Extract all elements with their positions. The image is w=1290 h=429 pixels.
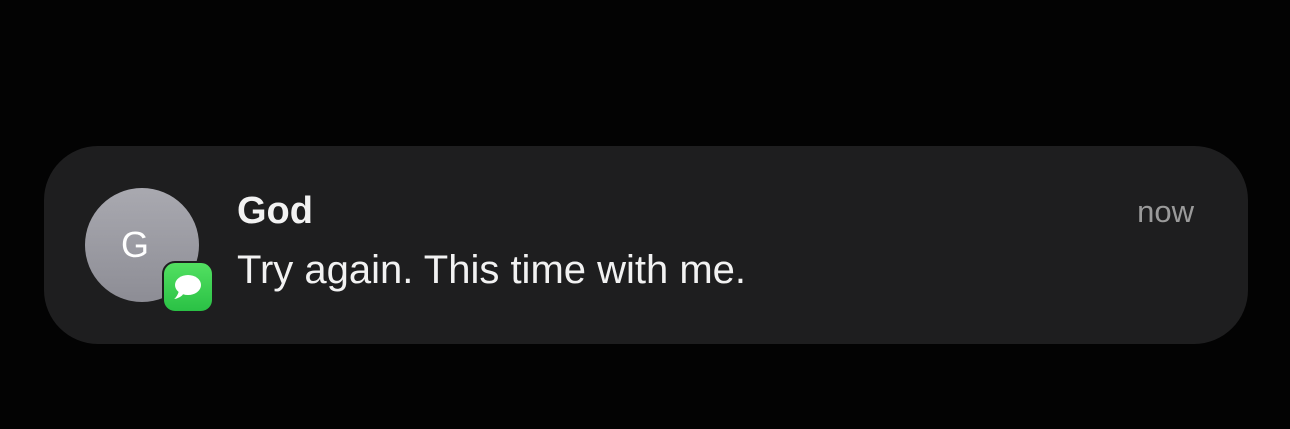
notification-message: Try again. This time with me.: [237, 248, 747, 292]
notification-sender: God: [237, 190, 313, 232]
message-notification[interactable]: G God Try again. This time with me. now: [44, 146, 1248, 344]
lock-screen: G God Try again. This time with me. now: [0, 0, 1290, 429]
messages-icon: [162, 261, 214, 313]
notification-time: now: [1137, 194, 1194, 229]
speech-bubble-icon: [174, 275, 201, 299]
